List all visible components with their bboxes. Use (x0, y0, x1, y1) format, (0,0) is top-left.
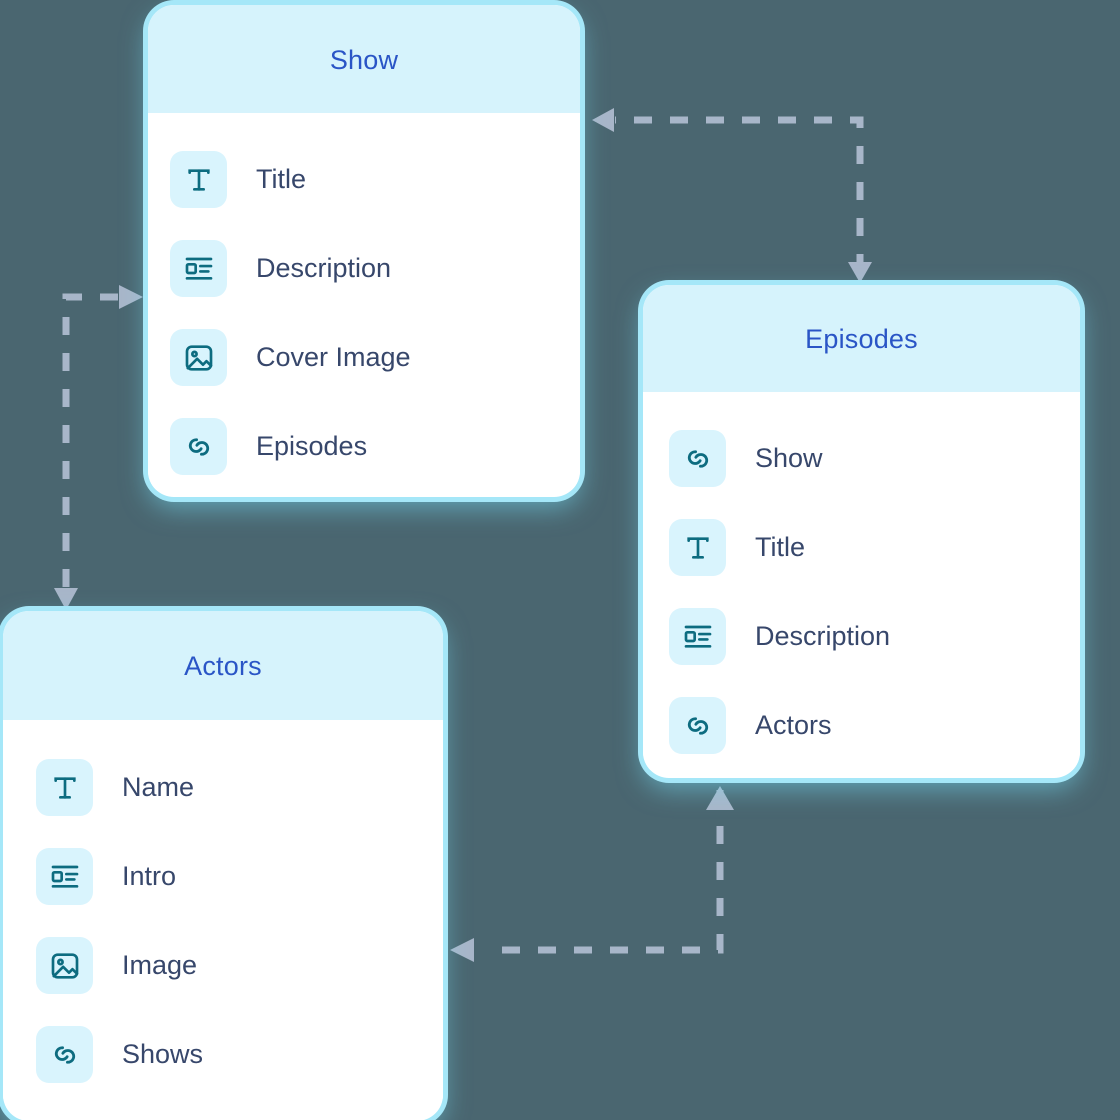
text-icon (170, 151, 227, 208)
field-label: Show (755, 443, 823, 473)
link-icon (36, 1026, 93, 1083)
field-row[interactable]: Intro (36, 832, 443, 921)
field-label: Episodes (256, 431, 368, 461)
text-icon (36, 759, 93, 816)
text-icon (669, 519, 726, 576)
rich-text-icon (170, 240, 227, 297)
link-icon (669, 430, 726, 487)
image-icon (36, 937, 93, 994)
field-row[interactable]: Title (669, 503, 1080, 592)
field-label: Description (256, 253, 392, 283)
field-row[interactable]: Actors (669, 681, 1080, 770)
field-label: Cover Image (256, 342, 411, 372)
card-fields-actors: Name Intro Image Shows (3, 720, 443, 1099)
card-title-episodes: Episodes (643, 285, 1080, 392)
rich-text-icon (36, 848, 93, 905)
field-label: Name (122, 772, 195, 802)
field-row[interactable]: Show (669, 414, 1080, 503)
link-icon (170, 418, 227, 475)
rich-text-icon (669, 608, 726, 665)
field-row[interactable]: Episodes (170, 402, 580, 491)
field-row[interactable]: Description (170, 224, 580, 313)
field-label: Intro (122, 861, 177, 891)
entity-card-episodes[interactable]: Episodes Show Title Description Actors (643, 285, 1080, 778)
field-row[interactable]: Description (669, 592, 1080, 681)
card-title-show: Show (148, 5, 580, 113)
field-row[interactable]: Title (170, 135, 580, 224)
relation-show-to-actors (54, 285, 143, 610)
field-label: Description (755, 621, 891, 651)
field-label: Title (256, 164, 307, 194)
card-fields-episodes: Show Title Description Actors (643, 392, 1080, 770)
relation-episodes-to-show (592, 108, 872, 283)
field-row[interactable]: Name (36, 743, 443, 832)
field-label: Actors (755, 710, 832, 740)
card-title-actors: Actors (3, 611, 443, 720)
field-row[interactable]: Image (36, 921, 443, 1010)
card-fields-show: Title Description Cover Image Episodes (148, 113, 580, 491)
link-icon (669, 697, 726, 754)
entity-card-actors[interactable]: Actors Name Intro Image Shows (3, 611, 443, 1120)
field-label: Title (755, 532, 806, 562)
diagram-canvas: Show Title Description Cover Image Episo… (0, 0, 1120, 1120)
field-label: Shows (122, 1039, 204, 1069)
relation-actors-to-episodes (450, 786, 734, 962)
field-row[interactable]: Cover Image (170, 313, 580, 402)
image-icon (170, 329, 227, 386)
field-label: Image (122, 950, 198, 980)
entity-card-show[interactable]: Show Title Description Cover Image Episo… (148, 5, 580, 497)
field-row[interactable]: Shows (36, 1010, 443, 1099)
